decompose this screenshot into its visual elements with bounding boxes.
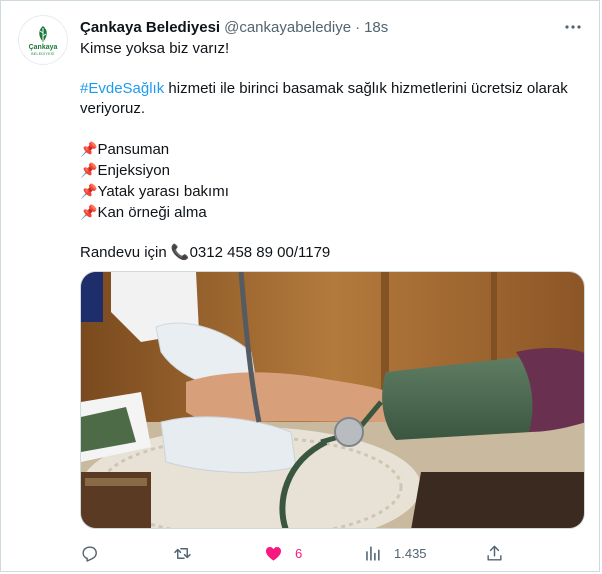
list-item-label: Enjeksiyon [97,162,170,179]
list-item: 📌Enjeksiyon [80,160,585,181]
more-options-button[interactable] [561,15,585,39]
views-button[interactable]: 1.435 [363,544,427,563]
separator-dot: · [355,18,361,36]
user-handle[interactable]: @cankayabelediye [224,19,351,36]
hashtag-link[interactable]: #EvdeSağlık [80,80,164,97]
appointment-line: Randevu için 📞0312 458 89 00/1179 [80,243,585,263]
views-count: 1.435 [394,545,427,561]
reply-icon [82,545,97,562]
like-button[interactable]: 6 [264,544,302,563]
pushpin-icon: 📌 [80,183,98,199]
pushpin-icon: 📌 [80,141,98,157]
appointment-prefix: Randevu için [80,244,171,261]
phone-number: 0312 458 89 00/1179 [189,244,331,261]
list-item: 📌Kan örneği alma [80,202,585,223]
retweet-button[interactable] [173,544,192,563]
retweet-icon [174,547,191,559]
avatar-logo-text: Çankaya [28,43,58,51]
tweet-actions: 6 1.435 [80,541,510,565]
list-item: 📌Yatak yarası bakımı [80,181,585,202]
pushpin-icon: 📌 [80,162,98,178]
share-icon [487,545,502,561]
like-count: 6 [295,545,303,561]
tweet-text: Kimse yoksa biz varız! #EvdeSağlık hizme… [80,39,585,263]
heart-icon [265,546,282,561]
views-icon [366,545,380,561]
avatar-logo-subtext: BELEDİYESİ [31,51,55,56]
reply-button[interactable] [80,544,99,563]
list-item-label: Yatak yarası bakımı [97,183,229,200]
list-item: 📌Pansuman [80,139,585,160]
more-dots-icon [565,25,581,29]
list-item-label: Pansuman [97,141,170,158]
intro-line: Kimse yoksa biz varız! [80,40,230,57]
timestamp[interactable]: 18s [364,19,388,36]
display-name[interactable]: Çankaya Belediyesi [80,19,220,36]
blood-pressure-photo [81,272,584,528]
avatar[interactable]: Çankaya BELEDİYESİ [18,15,68,65]
tweet-photo[interactable] [80,271,585,529]
tweet-header: Çankaya Belediyesi @cankayabelediye · 18… [80,17,579,37]
service-paragraph: #EvdeSağlık hizmeti ile birinci basamak … [80,79,585,119]
tweet-card[interactable]: Çankaya BELEDİYESİ Çankaya Belediyesi @c… [0,0,600,572]
list-item-label: Kan örneği alma [97,204,207,221]
pushpin-icon: 📌 [80,204,98,220]
share-button[interactable] [485,544,504,563]
leaf-logo-icon [39,25,47,42]
phone-icon: 📞 [170,244,190,261]
